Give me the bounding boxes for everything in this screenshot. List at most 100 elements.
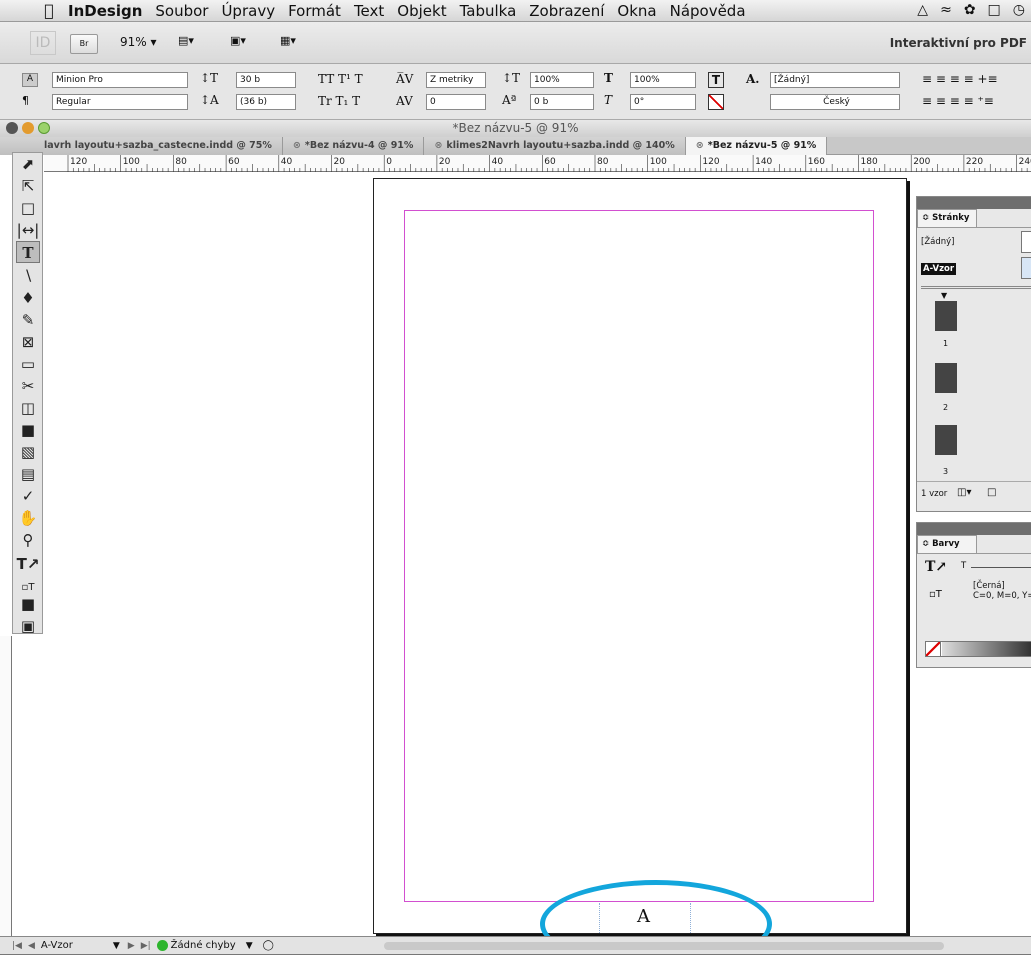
all-caps-icon[interactable]: TT T¹ T — [318, 72, 363, 86]
tab-document-2[interactable]: ⊗ *Bez názvu-4 @ 91% — [282, 137, 425, 155]
none-swatch-icon[interactable] — [925, 641, 941, 657]
page-thumbnail[interactable] — [935, 363, 957, 393]
gradient-feather-tool-icon[interactable]: ▧ — [16, 441, 40, 463]
screen-mode-icon[interactable]: ▣▾ — [230, 34, 246, 52]
type-tool-icon[interactable]: T — [16, 241, 40, 263]
page-tool-icon[interactable]: □ — [16, 197, 40, 219]
minimize-window-icon[interactable] — [22, 122, 34, 134]
vertical-ruler[interactable] — [0, 636, 12, 936]
menu-objekt[interactable]: Objekt — [397, 2, 446, 20]
fill-stroke-icon[interactable]: T↗ — [16, 553, 40, 575]
hand-tool-icon[interactable]: ✋ — [16, 507, 40, 529]
small-caps-icon[interactable]: Tr T₁ Т — [318, 94, 360, 108]
font-style-field[interactable]: Regular — [52, 94, 188, 110]
rectangle-tool-icon[interactable]: ▭ — [16, 353, 40, 375]
first-page-icon[interactable]: |◀ — [12, 941, 22, 951]
selection-tool-icon[interactable]: ⬈ — [16, 153, 40, 175]
gap-tool-icon[interactable]: |↔| — [16, 219, 40, 241]
master-thumbnail[interactable] — [1021, 231, 1031, 253]
vertical-scale-field[interactable]: 100% — [530, 72, 594, 88]
menu-napoveda[interactable]: Nápověda — [670, 2, 746, 20]
menu-soubor[interactable]: Soubor — [155, 2, 208, 20]
menu-text[interactable]: Text — [354, 2, 384, 20]
menu-upravy[interactable]: Úpravy — [221, 2, 275, 20]
pen-tool-icon[interactable]: ♦ — [16, 287, 40, 309]
menu-zobrazeni[interactable]: Zobrazení — [529, 2, 604, 20]
text-fill-icon[interactable]: T — [708, 72, 724, 88]
new-page-icon[interactable]: □ — [987, 487, 996, 498]
apple-icon[interactable]:  — [38, 1, 60, 20]
panel-header[interactable] — [917, 523, 1031, 535]
kerning-field[interactable]: Z metriky — [426, 72, 486, 88]
justify-icon[interactable]: ≡ ≡ ≡ ≡ ⁺≡ — [922, 94, 994, 108]
gradient-swatch-tool-icon[interactable]: ■ — [16, 419, 40, 441]
master-thumbnail[interactable] — [1021, 257, 1031, 279]
none-master[interactable]: [Žádný] — [921, 237, 954, 247]
preflight-status[interactable]: Žádné chyby — [171, 940, 236, 951]
note-tool-icon[interactable]: ▤ — [16, 463, 40, 485]
arrange-documents-icon[interactable]: ▦▾ — [280, 34, 296, 52]
preflight-dropdown-icon[interactable]: ▼ — [246, 941, 253, 951]
zoom-tool-icon[interactable]: ⚲ — [16, 529, 40, 551]
tracking-field[interactable]: 0 — [426, 94, 486, 110]
close-tab-icon[interactable]: ⊗ — [434, 140, 442, 151]
eyedropper-tool-icon[interactable]: ✓ — [16, 485, 40, 507]
adobe-icon[interactable]: △ — [917, 2, 928, 18]
font-size-field[interactable]: 30 b — [236, 72, 296, 88]
tab-document-4[interactable]: ⊗ *Bez názvu-5 @ 91% — [685, 137, 828, 155]
pencil-tool-icon[interactable]: ✎ — [16, 309, 40, 331]
close-tab-icon[interactable]: ⊗ — [293, 140, 301, 151]
stroke-none-icon[interactable] — [708, 94, 724, 110]
next-page-icon[interactable]: ▶ — [128, 941, 135, 951]
close-tab-icon[interactable]: ⊗ — [696, 140, 704, 151]
bridge-button[interactable]: Br — [70, 34, 98, 54]
line-tool-icon[interactable]: ∖ — [16, 265, 40, 287]
display-icon[interactable]: □ — [988, 2, 1001, 18]
fill-stroke-swatch-icon[interactable]: T↗ — [925, 559, 947, 575]
font-family-field[interactable]: Minion Pro — [52, 72, 188, 88]
character-style-field[interactable]: [Žádný] — [770, 72, 900, 88]
page-dropdown-icon[interactable]: ▼ — [113, 941, 120, 951]
time-machine-icon[interactable]: ◷ — [1013, 2, 1025, 18]
character-mode-icon[interactable]: A — [22, 73, 38, 87]
menu-format[interactable]: Formát — [288, 2, 341, 20]
horizontal-ruler[interactable]: 120 100 80 60 40 20 0 20 40 60 80 100 120 140 160 180 20… — [44, 155, 1031, 172]
scissors-tool-icon[interactable]: ✂ — [16, 375, 40, 397]
apply-color-icon[interactable]: ■ — [16, 593, 40, 615]
a-master[interactable]: A-Vzor — [921, 263, 957, 275]
page-thumbnail[interactable] — [935, 301, 957, 331]
tab-swatches[interactable]: ≎ Barvy — [917, 535, 977, 553]
swatch-name[interactable]: [Černá] — [973, 581, 1005, 591]
previous-page-icon[interactable]: ◀ — [28, 941, 35, 951]
view-options-icon[interactable]: ▤▾ — [178, 34, 194, 52]
rectangle-frame-tool-icon[interactable]: ⊠ — [16, 331, 40, 353]
language-field[interactable]: Český — [770, 94, 900, 110]
page-selector[interactable]: A-Vzor — [41, 940, 73, 951]
workspace-switcher[interactable]: Interaktivní pro PDF — [890, 36, 1027, 50]
edit-page-size-icon[interactable]: ◫▾ — [957, 487, 971, 498]
formatting-text-icon[interactable]: ▫T — [929, 589, 942, 600]
app-menu[interactable]: InDesign — [68, 2, 142, 20]
tab-pages[interactable]: ≎ Stránky — [917, 209, 977, 227]
menu-okna[interactable]: Okna — [617, 2, 656, 20]
skew-field[interactable]: 0° — [630, 94, 696, 110]
horizontal-scale-field[interactable]: 100% — [630, 72, 696, 88]
screen-mode-tool-icon[interactable]: ▣ — [16, 615, 40, 637]
leading-field[interactable]: (36 b) — [236, 94, 296, 110]
horizontal-scrollbar[interactable] — [383, 941, 944, 950]
last-page-icon[interactable]: ▶| — [141, 941, 151, 951]
tint-slider[interactable] — [971, 567, 1031, 568]
zoom-level[interactable]: 91% ▾ — [120, 35, 157, 49]
paragraph-mode-icon[interactable]: ¶ — [22, 94, 29, 107]
free-transform-tool-icon[interactable]: ◫ — [16, 397, 40, 419]
zoom-window-icon[interactable] — [38, 122, 50, 134]
wifi-icon[interactable]: ≈ — [940, 2, 952, 18]
align-left-icon[interactable]: ≡ ≡ ≡ ≡ +≡ — [922, 72, 998, 86]
bluetooth-icon[interactable]: ✿ — [964, 2, 976, 18]
menu-tabulka[interactable]: Tabulka — [460, 2, 517, 20]
panel-header[interactable] — [917, 197, 1031, 209]
tab-document-3[interactable]: ⊗ klimes2Navrh layoutu+sazba.indd @ 140% — [424, 137, 686, 155]
page-thumbnail[interactable] — [935, 425, 957, 455]
close-window-icon[interactable] — [6, 122, 18, 134]
baseline-shift-field[interactable]: 0 b — [530, 94, 594, 110]
